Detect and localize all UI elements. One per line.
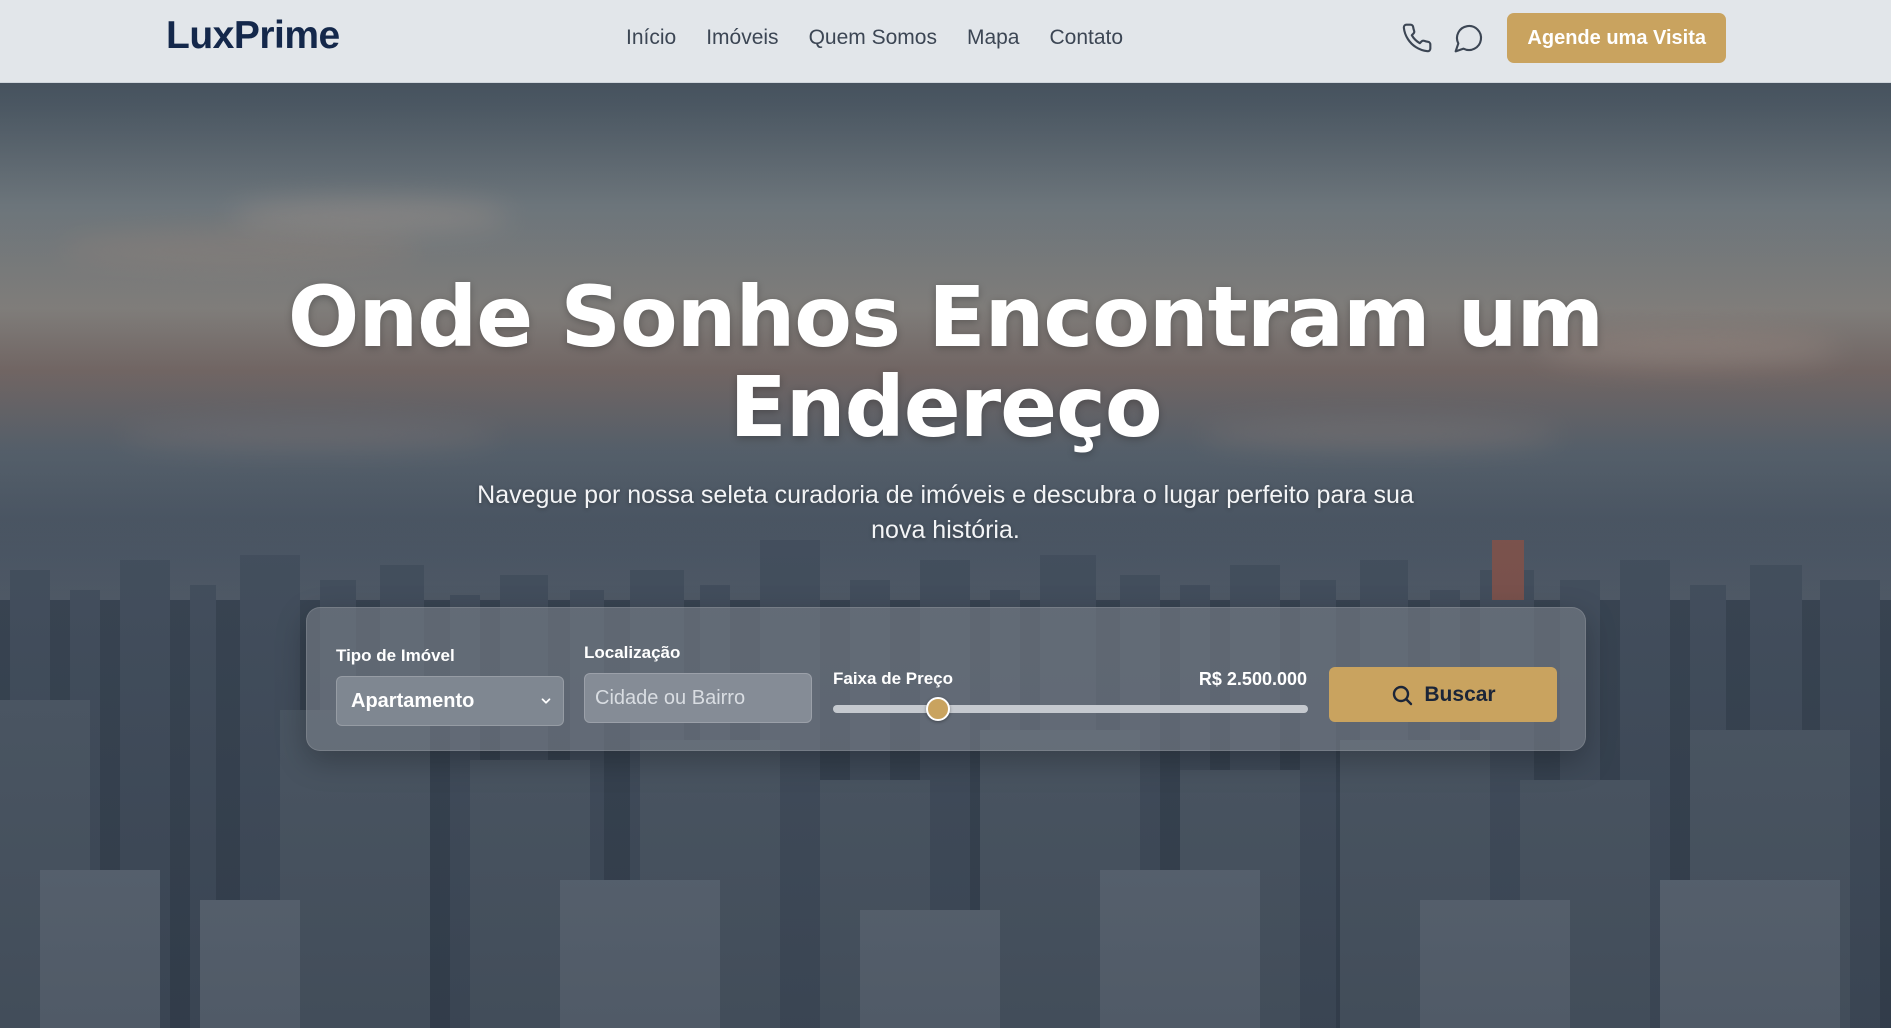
nav-link-inicio[interactable]: Início (626, 26, 676, 50)
schedule-visit-button[interactable]: Agende uma Visita (1507, 13, 1726, 63)
price-slider-handle[interactable] (925, 697, 950, 721)
nav-link-contato[interactable]: Contato (1049, 26, 1123, 50)
phone-icon[interactable] (1399, 20, 1435, 56)
hero-title: Onde Sonhos Encontram um Endereço (287, 268, 1604, 456)
nav-link-imoveis[interactable]: Imóveis (706, 26, 778, 50)
search-icon (1393, 685, 1413, 705)
property-type-label: Tipo de Imóvel (336, 646, 455, 665)
property-type-value: Apartamento (351, 689, 475, 712)
search-button-label: Buscar (1424, 682, 1496, 706)
header-actions: Agende uma Visita (1399, 13, 1726, 63)
price-range-value: R$ 2.500.000 (1198, 669, 1307, 689)
search-button[interactable]: Buscar (1329, 667, 1557, 722)
chat-bubble-icon[interactable] (1451, 20, 1487, 56)
location-label: Localização (584, 643, 681, 662)
price-range-slider[interactable] (833, 697, 1308, 721)
property-type-select[interactable]: Apartamento (336, 676, 564, 726)
property-search-panel: Tipo de Imóvel Apartamento Localização F… (306, 607, 1586, 751)
brand-logo[interactable]: LuxPrime (166, 14, 340, 58)
nav-link-mapa[interactable]: Mapa (967, 26, 1020, 50)
location-input[interactable] (584, 673, 812, 723)
price-range-label: Faixa de Preço (833, 669, 954, 688)
nav-link-quem-somos[interactable]: Quem Somos (809, 26, 937, 50)
top-navbar: LuxPrime Início Imóveis Quem Somos Mapa … (0, 0, 1891, 83)
main-nav: Início Imóveis Quem Somos Mapa Contato (626, 26, 1123, 50)
chevron-down-icon (541, 698, 551, 704)
hero-subtitle: Navegue por nossa seleta curadoria de im… (477, 481, 1414, 544)
